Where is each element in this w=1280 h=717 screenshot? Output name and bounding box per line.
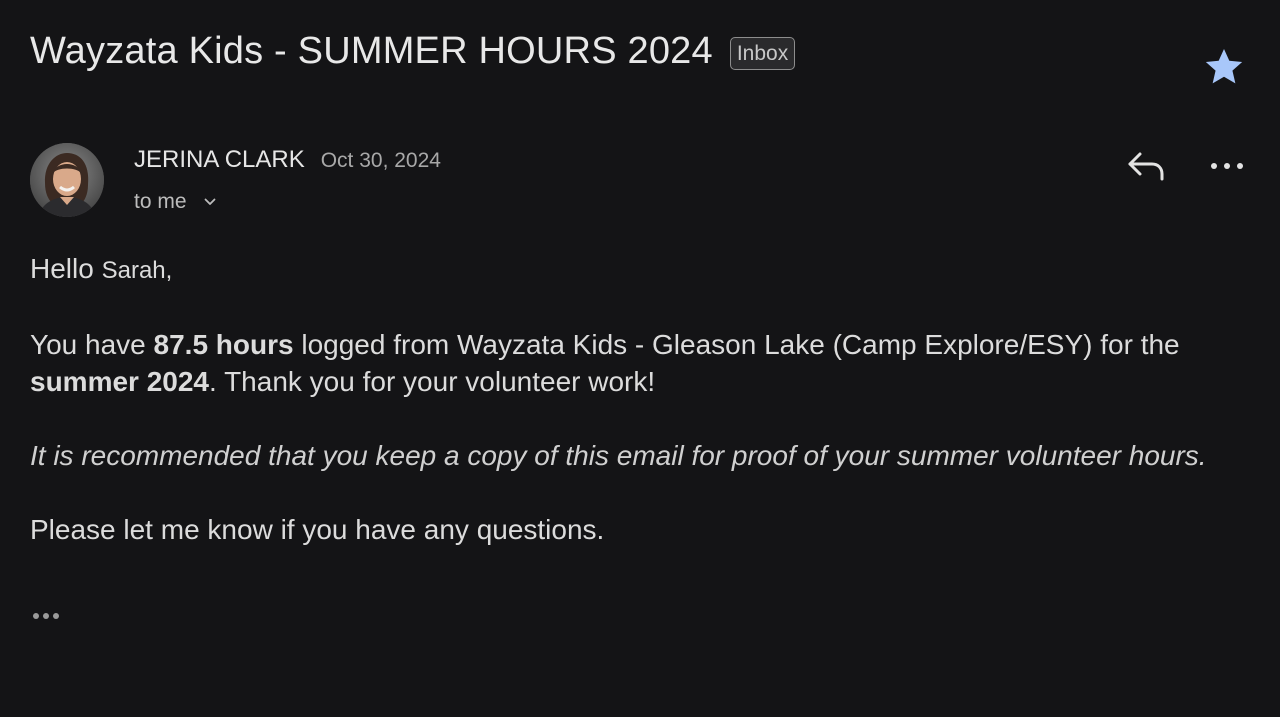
greeting-name: Sarah, bbox=[101, 257, 173, 284]
recipient-details-toggle[interactable]: to me bbox=[134, 190, 217, 214]
email-subject-row: Wayzata Kids - SUMMER HOURS 2024 Inbox bbox=[30, 30, 796, 73]
chevron-down-icon bbox=[204, 198, 215, 205]
season-value: summer 2024 bbox=[30, 366, 210, 397]
greeting-hello: Hello bbox=[30, 253, 94, 284]
p1-text-b: logged from Wayzata Kids - Gleason Lake … bbox=[293, 329, 1180, 360]
email-view: Wayzata Kids - SUMMER HOURS 2024 Inbox J… bbox=[0, 0, 1280, 717]
p1-text-a: You have bbox=[30, 329, 154, 360]
email-date: Oct 30, 2024 bbox=[320, 149, 441, 172]
p1-text-c: . Thank you for your volunteer work! bbox=[209, 366, 656, 397]
recommendation-paragraph: It is recommended that you keep a copy o… bbox=[30, 440, 1207, 471]
more-vert-icon[interactable] bbox=[1206, 150, 1248, 182]
questions-paragraph: Please let me know if you have any quest… bbox=[30, 514, 605, 545]
ellipsis-icon bbox=[33, 613, 59, 619]
email-subject: Wayzata Kids - SUMMER HOURS 2024 bbox=[30, 30, 713, 72]
star-icon[interactable] bbox=[1202, 45, 1246, 89]
greeting: Hello Sarah, bbox=[30, 250, 1255, 289]
hours-paragraph: You have 87.5 hours logged from Wayzata … bbox=[30, 326, 1255, 400]
hours-value: 87.5 hours bbox=[153, 329, 294, 360]
sender-row: JERINA CLARK Oct 30, 2024 bbox=[134, 146, 441, 174]
sender-avatar[interactable] bbox=[30, 143, 104, 217]
recipient-label: to me bbox=[134, 190, 187, 213]
inbox-label-badge[interactable]: Inbox bbox=[729, 36, 796, 70]
sender-name[interactable]: JERINA CLARK bbox=[134, 146, 305, 174]
email-body: Hello Sarah, You have 87.5 hours logged … bbox=[30, 250, 1255, 548]
show-trimmed-content-button[interactable] bbox=[30, 603, 70, 627]
reply-icon[interactable] bbox=[1124, 146, 1168, 186]
